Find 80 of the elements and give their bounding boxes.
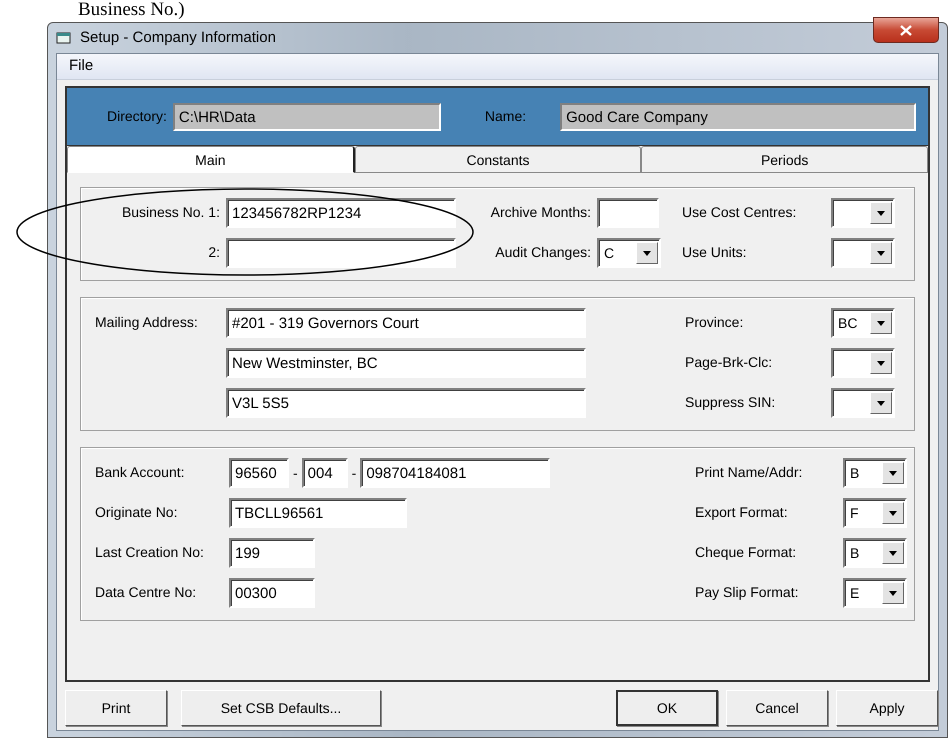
caret-icon bbox=[877, 210, 885, 216]
field-label: Use Units: bbox=[682, 243, 748, 262]
directory-field[interactable]: C:\HR\Data bbox=[172, 102, 441, 130]
field-label: Archive Months: bbox=[490, 203, 591, 222]
dropdown-field[interactable] bbox=[831, 198, 895, 228]
page-caption: Business No.) bbox=[78, 0, 186, 22]
field-label: Name: bbox=[484, 107, 526, 126]
field-label: Export Format: bbox=[695, 503, 789, 522]
dropdown-button[interactable] bbox=[882, 542, 904, 564]
dropdown-field[interactable]: BC bbox=[831, 308, 895, 338]
caret-icon bbox=[643, 250, 651, 256]
input-field[interactable]: 098704184081 bbox=[360, 458, 550, 488]
input-field[interactable]: V3L 5S5 bbox=[226, 388, 586, 418]
caret-icon bbox=[889, 510, 897, 516]
window-title: Setup - Company Information bbox=[80, 28, 276, 48]
field-label: Print Name/Addr: bbox=[695, 463, 804, 482]
field-label: Pay Slip Format: bbox=[695, 583, 800, 602]
close-button[interactable] bbox=[873, 17, 939, 43]
input-field[interactable] bbox=[597, 198, 659, 228]
separator-text: - bbox=[293, 464, 298, 482]
dialog-button[interactable]: OK bbox=[616, 690, 718, 726]
field-label: Last Creation No: bbox=[95, 543, 205, 562]
dropdown-button[interactable] bbox=[870, 312, 892, 334]
dropdown-button[interactable] bbox=[882, 502, 904, 524]
dropdown-button[interactable] bbox=[870, 352, 892, 374]
field-label: Cheque Format: bbox=[695, 543, 798, 562]
field-label: Page-Brk-Clc: bbox=[685, 353, 774, 372]
field-label: Suppress SIN: bbox=[685, 393, 776, 412]
dropdown-field[interactable]: C bbox=[597, 238, 661, 268]
dropdown-button[interactable] bbox=[870, 242, 892, 264]
dialog-button[interactable]: Set CSB Defaults... bbox=[181, 690, 381, 726]
dropdown-button[interactable] bbox=[882, 582, 904, 604]
input-field[interactable] bbox=[226, 238, 456, 268]
field-label: Mailing Address: bbox=[95, 313, 199, 332]
field-label: Audit Changes: bbox=[494, 243, 591, 262]
input-field[interactable]: 004 bbox=[302, 458, 348, 488]
dialog-button[interactable]: Print bbox=[65, 690, 167, 726]
field-label: Business No. 1: bbox=[120, 203, 220, 222]
dropdown-field[interactable] bbox=[831, 388, 895, 418]
field-label: Originate No: bbox=[95, 503, 178, 522]
caret-icon bbox=[877, 360, 885, 366]
input-field[interactable]: 199 bbox=[229, 538, 315, 568]
dropdown-button[interactable] bbox=[870, 202, 892, 224]
caret-icon bbox=[877, 400, 885, 406]
caret-icon bbox=[889, 590, 897, 596]
dropdown-button[interactable] bbox=[870, 392, 892, 414]
caret-icon bbox=[889, 550, 897, 556]
window-icon bbox=[56, 31, 72, 45]
tab[interactable]: Constants bbox=[354, 146, 642, 173]
caret-icon bbox=[877, 250, 885, 256]
caret-icon bbox=[877, 320, 885, 326]
field-label: Bank Account: bbox=[95, 463, 186, 482]
input-field[interactable]: 123456782RP1234 bbox=[226, 198, 456, 228]
dropdown-field[interactable]: E bbox=[843, 578, 907, 608]
input-field[interactable]: #201 - 319 Governors Court bbox=[226, 308, 586, 338]
field-label: Province: bbox=[685, 313, 744, 332]
input-field[interactable]: TBCLL96561 bbox=[229, 498, 407, 528]
input-field[interactable]: 96560 bbox=[229, 458, 289, 488]
dropdown-field[interactable]: B bbox=[843, 458, 907, 488]
dropdown-field[interactable]: B bbox=[843, 538, 907, 568]
field-label: 2: bbox=[207, 243, 220, 262]
dropdown-field[interactable]: F bbox=[843, 498, 907, 528]
dialog-button[interactable]: Apply bbox=[836, 690, 938, 726]
tab[interactable]: Periods bbox=[641, 146, 928, 173]
input-field[interactable]: 00300 bbox=[229, 578, 315, 608]
dropdown-button[interactable] bbox=[636, 242, 658, 264]
menu-item[interactable]: File bbox=[65, 55, 98, 78]
close-icon bbox=[900, 24, 912, 36]
field-label: Use Cost Centres: bbox=[682, 203, 798, 222]
dropdown-field[interactable] bbox=[831, 238, 895, 268]
tab[interactable]: Main bbox=[67, 146, 355, 173]
dropdown-button[interactable] bbox=[882, 462, 904, 484]
separator-text: - bbox=[352, 464, 356, 482]
dialog-button[interactable]: Cancel bbox=[726, 690, 828, 726]
field-label: Data Centre No: bbox=[95, 583, 198, 602]
name-field[interactable]: Good Care Company bbox=[560, 102, 916, 130]
input-field[interactable]: New Westminster, BC bbox=[226, 348, 586, 378]
dropdown-field[interactable] bbox=[831, 348, 895, 378]
caret-icon bbox=[889, 470, 897, 476]
field-label: Directory: bbox=[107, 107, 167, 126]
